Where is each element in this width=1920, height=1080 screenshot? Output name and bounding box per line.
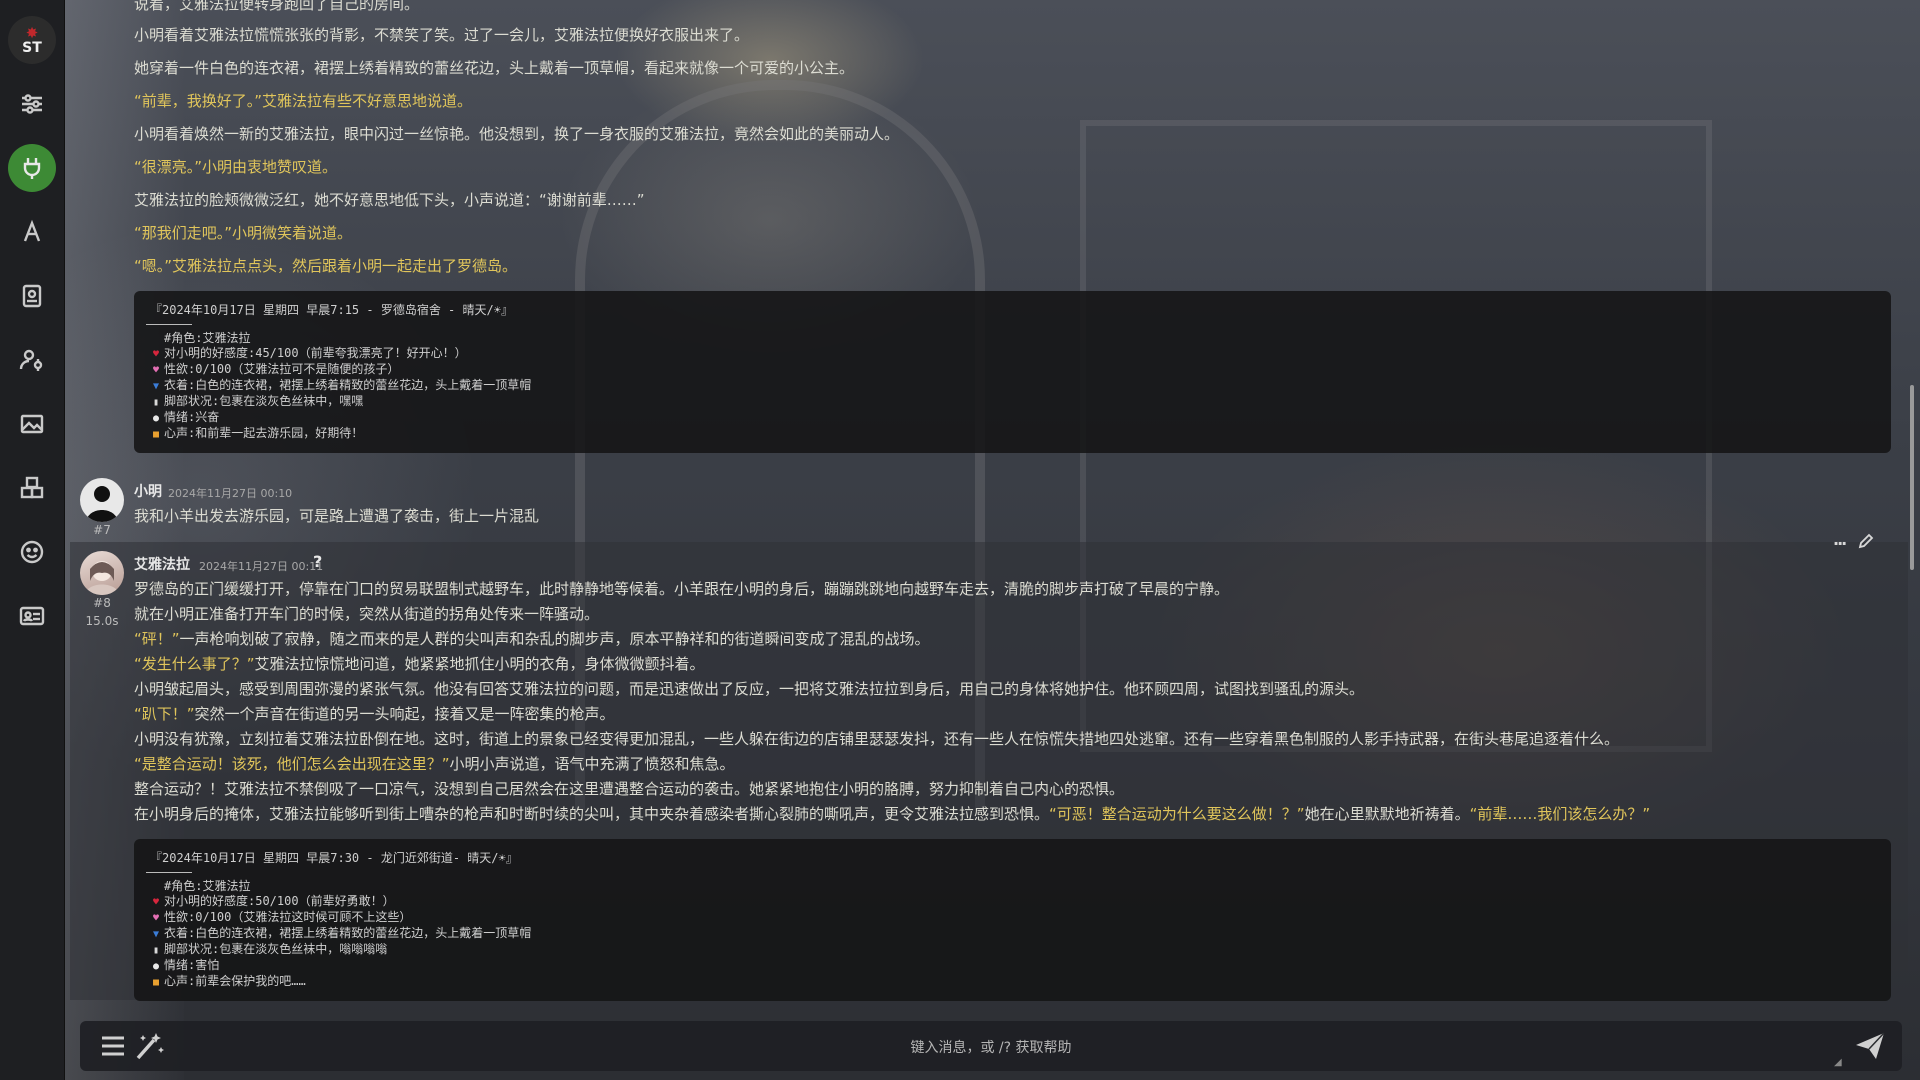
speech-icon: ●	[152, 961, 160, 972]
sliders-icon	[22, 94, 42, 114]
status-block: 『2024年10月17日 星期四 早晨7:15 - 罗德岛宿舍 - 晴天/☀』 …	[134, 291, 1891, 453]
sidebar-user-settings-button[interactable]	[8, 336, 56, 384]
status-lines: #角色:艾雅法拉 ♥ 对小明的好感度:50/100（前辈好勇敢！） ♥ 性欲:0/1…	[150, 879, 531, 990]
sock-icon: ▮	[152, 397, 160, 408]
flame-icon: ✸	[25, 23, 39, 42]
left-sidebar: ✸ ST	[0, 0, 65, 1080]
send-icon[interactable]	[1854, 1031, 1886, 1065]
resize-handle-icon[interactable]: ◢	[1834, 1057, 1842, 1068]
status-line: ■ 心声:和前辈一起去游乐园，好期待！	[150, 426, 531, 442]
more-options-icon[interactable]: ···	[1833, 534, 1847, 553]
status-line: ♥ 对小明的好感度:50/100（前辈好勇敢！）	[150, 894, 531, 910]
avatar[interactable]	[80, 478, 124, 522]
status-block: 『2024年10月17日 星期四 早晨7:30 - 龙门近郊街道- 晴天/☀』 …	[134, 839, 1891, 1001]
message-author: 艾雅法拉	[134, 557, 190, 573]
message-input[interactable]: 键入消息，或 /? 获取帮助	[80, 1037, 1902, 1057]
message-line: “砰！”一声枪响划破了寂静，随之而来的是人群的尖叫声和杂乱的脚步声，原本平静祥和…	[134, 630, 930, 648]
status-line: ▼ 衣着:白色的连衣裙，裙摆上绣着精致的蕾丝花边，头上戴着一顶草帽	[150, 926, 531, 942]
message-timestamp: 2024年11月27日 00:10	[168, 487, 293, 500]
speech-icon: ●	[152, 413, 160, 424]
message-text: 我和小羊出发去游乐园，可是路上遭遇了袭击，街上一片混乱	[134, 507, 540, 525]
cubes-icon	[20, 476, 44, 499]
message-input-bar: 键入消息，或 /? 获取帮助 ◢	[80, 1021, 1902, 1071]
edit-pencil-icon[interactable]	[1857, 532, 1875, 554]
st-logo-button[interactable]: ✸ ST	[8, 16, 56, 64]
status-header: 『2024年10月17日 星期四 早晨7:15 - 罗德岛宿舍 - 晴天/☀』	[150, 303, 513, 317]
status-line: ▮ 脚部状况:包裹在淡灰色丝袜中，嗡嗡嗡嗡	[150, 942, 531, 958]
image-icon	[20, 414, 44, 434]
status-line: ● 情绪:害怕	[150, 958, 531, 974]
status-line: #角色:艾雅法拉	[164, 879, 251, 893]
message-line: 小明皱起眉头，感受到周围弥漫的紧张气氛。他没有回答艾雅法拉的问题，而是迅速做出了…	[134, 680, 1365, 698]
logo-text: ST	[22, 39, 42, 56]
message-line: 小明看着焕然一新的艾雅法拉，眼中闪过一丝惊艳。他没想到，换了一身衣服的艾雅法拉，…	[134, 125, 900, 143]
generation-time: 15.0s	[85, 614, 119, 628]
shirt-icon: ▼	[152, 929, 160, 940]
message-author: 小明	[134, 484, 162, 500]
message-line: 就在小明正准备打开车门的时候，突然从街道的拐角处传来一阵骚动。	[134, 605, 600, 623]
sidebar-ai-settings-button[interactable]	[8, 80, 56, 128]
message-id: #8	[93, 596, 111, 610]
book-icon	[22, 284, 42, 308]
shirt-icon: ▼	[152, 381, 160, 392]
text-a-icon	[23, 219, 41, 242]
message-id: #7	[93, 523, 111, 537]
pink-heart-icon: ♥	[152, 365, 160, 376]
sidebar-extensions-button[interactable]	[8, 464, 56, 512]
sidebar-backgrounds-button[interactable]	[8, 400, 56, 448]
status-line: #角色:艾雅法拉	[164, 331, 251, 345]
sidebar-characters-button[interactable]	[8, 592, 56, 640]
status-line: ▮ 脚部状况:包裹在淡灰色丝袜中，嘿嘿	[150, 394, 531, 410]
heart-box-icon: ■	[152, 429, 160, 440]
sidebar-api-connections-button[interactable]	[8, 144, 56, 192]
avatar[interactable]	[80, 551, 124, 595]
sidebar-world-info-button[interactable]	[8, 272, 56, 320]
message-line: “那我们走吧。”小明微笑着说道。	[134, 224, 353, 242]
sock-icon: ▮	[152, 945, 160, 956]
heart-box-icon: ■	[152, 977, 160, 988]
message-timestamp: 2024年11月27日 00:11	[199, 560, 324, 573]
message-line: 在小明身后的掩体，艾雅法拉能够听到街上嘈杂的枪声和时断时续的尖叫，其中夹杂着感染…	[134, 805, 1651, 823]
message-line: 小明看着艾雅法拉慌慌张张的背影，不禁笑了笑。过了一会儿，艾雅法拉便换好衣服出来了…	[134, 26, 750, 44]
status-line: ■ 心声:前辈会保护我的吧……	[150, 974, 531, 990]
sidebar-formatting-button[interactable]	[8, 208, 56, 256]
pink-heart-icon: ♥	[152, 913, 160, 924]
chat-scrollbar[interactable]	[1910, 385, 1914, 570]
smile-icon	[20, 540, 44, 564]
id-card-icon	[19, 606, 45, 626]
heart-icon: ♥	[152, 897, 160, 908]
message-line: 艾雅法拉的脸颊微微泛红，她不好意思地低下头，小声说道：“谢谢前辈……”	[134, 191, 645, 209]
sidebar-persona-button[interactable]	[8, 528, 56, 576]
status-line: ♥ 对小明的好感度:45/100（前辈夸我漂亮了！好开心！）	[150, 346, 531, 362]
status-line: ▼ 衣着:白色的连衣裙，裙摆上绣着精致的蕾丝花边，头上戴着一顶草帽	[150, 378, 531, 394]
status-lines: #角色:艾雅法拉 ♥ 对小明的好感度:45/100（前辈夸我漂亮了！好开心！） ♥…	[150, 331, 531, 442]
message-line: 罗德岛的正门缓缓打开，停靠在门口的贸易联盟制式越野车，此时静静地等候着。小羊跟在…	[134, 580, 1230, 598]
user-gear-icon	[19, 349, 43, 371]
message-line: “是整合运动！该死，他们怎么会出现在这里？”小明小声说道，语气中充满了愤怒和焦急…	[134, 755, 735, 773]
message-line: “前辈，我换好了。”艾雅法拉有些不好意思地说道。	[134, 92, 473, 110]
status-line: ♥ 性欲:0/100（艾雅法拉可不是随便的孩子）	[150, 362, 531, 378]
silhouette-icon	[86, 486, 118, 522]
message-line: 她穿着一件白色的连衣裙，裙摆上绣着精致的蕾丝花边，头上戴着一顶草帽，看起来就像一…	[134, 59, 855, 77]
message-line: “很漂亮。”小明由衷地赞叹道。	[134, 158, 338, 176]
plug-icon	[23, 158, 41, 179]
help-icon[interactable]: ?	[313, 552, 322, 571]
message-line: “嗯。”艾雅法拉点点头，然后跟着小明一起走出了罗德岛。	[134, 257, 518, 275]
status-divider	[146, 324, 192, 325]
chat-area: 说着，艾雅法拉便转身跑回了自己的房间。 小明看着艾雅法拉慌慌张张的背影，不禁笑了…	[64, 0, 1914, 1015]
heart-icon: ♥	[152, 349, 160, 360]
message-line: 小明没有犹豫，立刻拉着艾雅法拉卧倒在地。这时，街道上的景象已经变得更加混乱，一些…	[134, 730, 1620, 748]
status-line: ● 情绪:兴奋	[150, 410, 531, 426]
status-line: ♥ 性欲:0/100（艾雅法拉这时候可顾不上这些）	[150, 910, 531, 926]
message-line: “趴下！”突然一个声音在街道的另一头响起，接着又是一阵密集的枪声。	[134, 705, 615, 723]
message-line: 整合运动？！艾雅法拉不禁倒吸了一口凉气，没想到自己居然会在这里遭遇整合运动的袭击…	[134, 780, 1125, 798]
message-line: 说着，艾雅法拉便转身跑回了自己的房间。	[134, 0, 420, 13]
status-header: 『2024年10月17日 星期四 早晨7:30 - 龙门近郊街道- 晴天/☀』	[150, 851, 518, 865]
message-line: “发生什么事了？”艾雅法拉惊慌地问道，她紧紧地抓住小明的衣角，身体微微颤抖着。	[134, 655, 705, 673]
character-avatar-icon	[84, 561, 120, 595]
status-divider	[146, 872, 192, 873]
